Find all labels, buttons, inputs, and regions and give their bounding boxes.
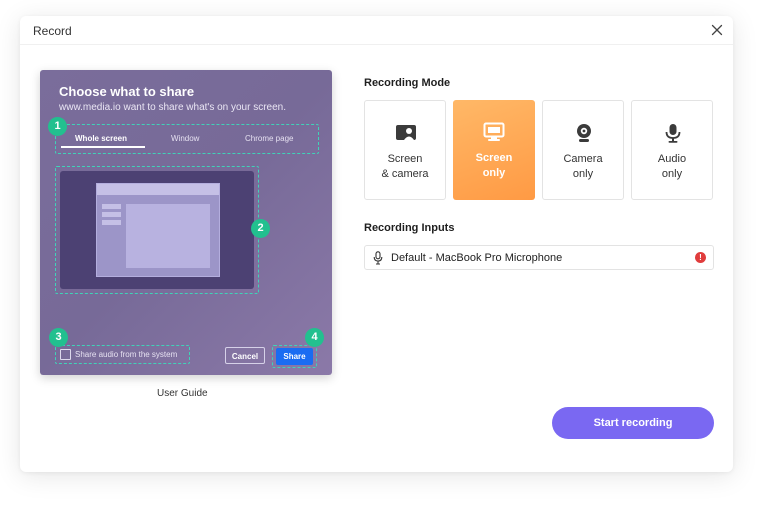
mode-label: Screen & camera: [381, 153, 429, 180]
mode-label: Screen only: [475, 152, 513, 179]
mode-label: Audio only: [657, 153, 687, 180]
share-button-highlight: Share: [272, 345, 317, 368]
dialog-header: Record: [20, 16, 733, 45]
share-audio-checkbox: [60, 349, 71, 360]
mode-screen-camera[interactable]: Screen & camera: [364, 100, 446, 200]
monitor-icon: [483, 122, 505, 141]
recording-mode-title: Recording Mode: [364, 77, 451, 89]
screen-preview-highlight: [55, 166, 259, 294]
start-recording-button[interactable]: Start recording: [552, 407, 714, 439]
share-audio-highlight: Share audio from the system: [55, 345, 190, 364]
tab-window: Window: [171, 134, 200, 143]
microphone-device-name: Default - MacBook Pro Microphone: [391, 252, 563, 264]
step-badge-1: 1: [48, 117, 67, 136]
guide-cancel-button: Cancel: [225, 347, 265, 364]
tab-chrome-page: Chrome page: [245, 134, 294, 143]
mode-label: Camera only: [563, 153, 603, 180]
guide-title: Choose what to share: [59, 84, 195, 99]
dialog-title: Record: [33, 24, 72, 38]
record-dialog: Record Choose what to share www.media.io…: [20, 16, 733, 472]
microphone-select[interactable]: Default - MacBook Pro Microphone !: [364, 245, 714, 270]
guide-share-button: Share: [276, 348, 313, 365]
mode-screen-only[interactable]: Screen only: [453, 100, 535, 200]
share-tabs-highlight: Whole screen Window Chrome page: [55, 124, 319, 154]
mode-camera-only[interactable]: Camera only: [542, 100, 624, 200]
screen-camera-icon: [396, 125, 416, 140]
warning-icon: !: [695, 252, 706, 263]
step-badge-2: 2: [251, 219, 270, 238]
screen-preview: [60, 171, 254, 289]
share-audio-label: Share audio from the system: [75, 350, 178, 359]
close-icon[interactable]: [709, 22, 725, 38]
preview-window-illustration: [96, 183, 220, 277]
active-tab-underline: [61, 146, 145, 148]
user-guide-caption: User Guide: [157, 388, 208, 399]
step-badge-4: 4: [305, 328, 324, 347]
step-badge-3: 3: [49, 328, 68, 347]
microphone-icon: [373, 251, 383, 265]
guide-subtitle: www.media.io want to share what's on you…: [59, 102, 287, 113]
recording-inputs-title: Recording Inputs: [364, 222, 455, 234]
tab-whole-screen: Whole screen: [75, 134, 128, 143]
microphone-icon: [665, 124, 681, 143]
webcam-icon: [577, 124, 591, 142]
mode-audio-only[interactable]: Audio only: [631, 100, 713, 200]
user-guide-illustration: Choose what to share www.media.io want t…: [40, 70, 332, 375]
